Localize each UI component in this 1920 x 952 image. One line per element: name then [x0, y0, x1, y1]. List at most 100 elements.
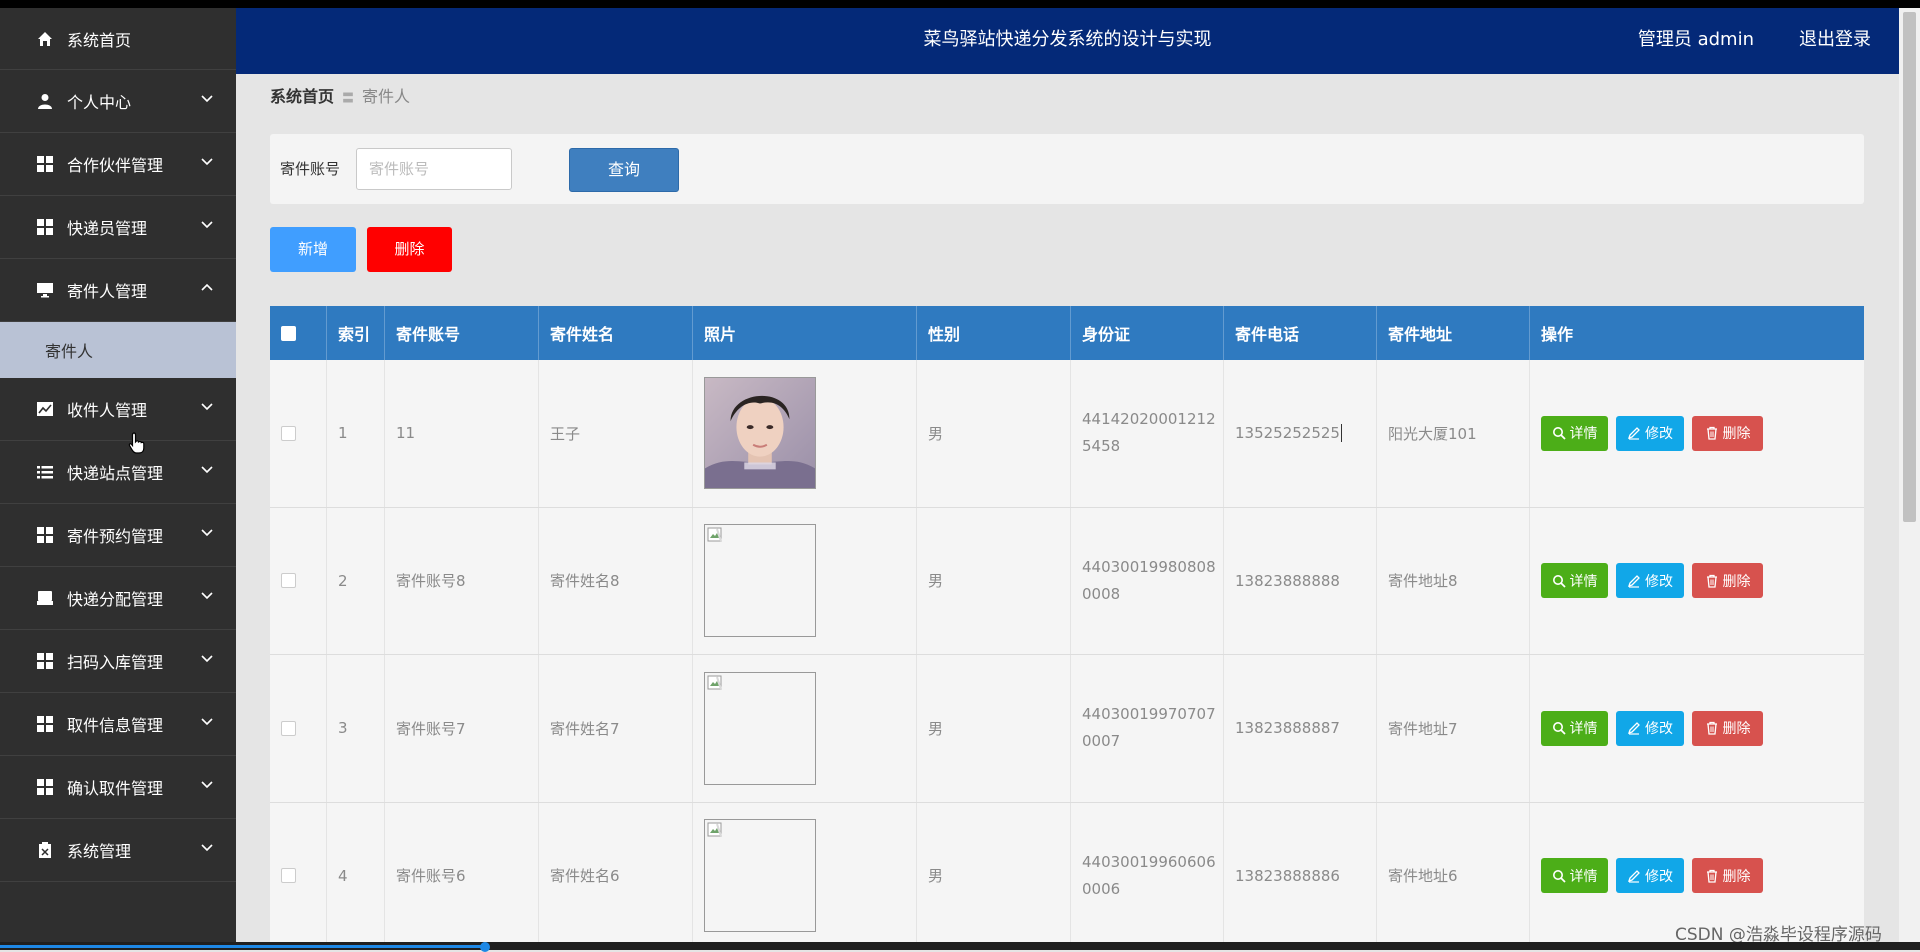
query-button[interactable]: 查询	[569, 148, 679, 192]
id-card-line: 44142020001212	[1082, 410, 1216, 429]
monitor-icon	[36, 281, 54, 299]
sidebar-item-scan-storage[interactable]: 扫码入库管理	[0, 630, 236, 693]
edit-label: 修改	[1645, 868, 1673, 885]
broken-image-placeholder	[704, 671, 816, 785]
detail-button[interactable]: 详情	[1541, 710, 1608, 746]
id-card-cell: 44030019980808 0008	[1071, 507, 1224, 654]
name-cell: 寄件姓名7	[539, 655, 693, 802]
phone-cell: 13823888886	[1224, 802, 1377, 949]
detail-label: 详情	[1569, 721, 1598, 738]
sidebar-item-couriers[interactable]: 快递员管理	[0, 196, 236, 259]
broken-image-icon	[707, 822, 722, 837]
top-strip	[0, 0, 1920, 8]
search-label: 寄件账号	[280, 160, 341, 178]
delete-label: 删除	[1722, 868, 1751, 885]
sidebar-item-pickup-info[interactable]: 取件信息管理	[0, 693, 236, 756]
top-header: 菜鸟驿站快递分发系统的设计与实现 管理员 admin 退出登录	[236, 8, 1899, 74]
id-card-line: 44030019980808	[1082, 557, 1216, 576]
sidebar-item-label: 快递站点管理	[67, 464, 164, 483]
breadcrumb-home[interactable]: 系统首页	[270, 87, 334, 106]
phone-cell: 13525252525	[1224, 360, 1377, 507]
sidebar-item-label: 系统首页	[67, 30, 132, 50]
row-select-cell	[270, 360, 327, 507]
id-card-line: 0006	[1082, 879, 1121, 898]
breadcrumb-separator: 〓	[342, 91, 355, 105]
address-cell: 阳光大厦101	[1377, 360, 1530, 507]
hand-cursor-icon	[128, 432, 145, 454]
sidebar-item-system[interactable]: 系统管理	[0, 819, 236, 882]
row-checkbox[interactable]	[281, 720, 296, 736]
address-cell: 寄件地址7	[1377, 655, 1530, 802]
chevron-down-icon	[201, 221, 213, 229]
column-header: 照片	[693, 306, 917, 360]
sidebar-subitem-senders[interactable]: 寄件人	[0, 322, 236, 378]
profile-photo	[704, 377, 816, 490]
page-scrollbar-thumb[interactable]	[1903, 12, 1916, 522]
id-card-cell: 44030019970707 0007	[1071, 655, 1224, 802]
edit-label: 修改	[1645, 426, 1673, 443]
id-card-cell: 44030019960606 0006	[1071, 802, 1224, 949]
table-row: 3 寄件账号7 寄件姓名7 男 44030019970707 0007 13823…	[270, 655, 1864, 803]
search-icon	[1552, 869, 1566, 883]
chevron-down-icon	[201, 95, 213, 103]
edit-button[interactable]: 修改	[1616, 563, 1684, 599]
text-cursor	[1340, 424, 1342, 443]
detail-button[interactable]: 详情	[1541, 563, 1608, 599]
sidebar-item-partners[interactable]: 合作伙伴管理	[0, 133, 236, 196]
account-cell: 11	[385, 360, 539, 507]
sidebar-item-label: 个人中心	[67, 93, 132, 112]
row-checkbox[interactable]	[281, 425, 296, 441]
name-cell: 王子	[539, 360, 693, 507]
broken-image-placeholder	[704, 524, 816, 638]
admin-label: 管理员 admin	[1637, 29, 1754, 50]
index-cell: 2	[327, 507, 385, 654]
sidebar-item-stations[interactable]: 快递站点管理	[0, 441, 236, 504]
column-header: 寄件地址	[1377, 306, 1530, 360]
edit-button[interactable]: 修改	[1616, 858, 1684, 894]
sidebar-item-senders[interactable]: 寄件人管理	[0, 259, 236, 322]
logout-link[interactable]: 退出登录	[1799, 8, 1871, 72]
detail-button[interactable]: 详情	[1541, 415, 1608, 451]
add-button[interactable]: 新增	[270, 227, 356, 272]
phone-value: 13525252525	[1235, 424, 1340, 443]
sidebar-item-home[interactable]: 系统首页	[0, 8, 236, 70]
edit-button[interactable]: 修改	[1616, 415, 1684, 451]
sidebar-item-receivers[interactable]: 收件人管理	[0, 378, 236, 441]
delete-button[interactable]: 删除	[1692, 710, 1763, 746]
search-icon	[1552, 574, 1566, 588]
id-card-cell: 44142020001212 5458	[1071, 360, 1224, 507]
detail-button[interactable]: 详情	[1541, 858, 1608, 894]
trash-icon	[1706, 574, 1717, 588]
select-all-cell	[270, 306, 327, 360]
video-progress-knob[interactable]	[480, 942, 490, 952]
select-all-checkbox[interactable]	[281, 325, 296, 341]
sidebar-item-label: 快递员管理	[67, 219, 148, 238]
grid-icon	[36, 155, 54, 173]
pencil-icon	[1627, 722, 1640, 735]
sidebar-item-personal[interactable]: 个人中心	[0, 70, 236, 133]
sidebar-item-label: 取件信息管理	[67, 716, 164, 735]
delete-button[interactable]: 删除	[1692, 858, 1763, 894]
chevron-down-icon	[201, 781, 213, 789]
sidebar-item-reservations[interactable]: 寄件预约管理	[0, 504, 236, 567]
column-header: 身份证	[1071, 306, 1224, 360]
sidebar-item-confirm-pickup[interactable]: 确认取件管理	[0, 756, 236, 819]
grid-icon	[36, 715, 54, 733]
delete-button[interactable]: 删除	[1692, 563, 1763, 599]
chevron-down-icon	[201, 466, 213, 474]
sidebar-item-distribution[interactable]: 快递分配管理	[0, 567, 236, 630]
delete-button[interactable]: 删除	[1692, 415, 1763, 451]
video-progress-fill	[0, 945, 485, 948]
row-checkbox[interactable]	[281, 868, 296, 884]
sidebar-item-label: 确认取件管理	[67, 779, 164, 798]
video-progress-bar[interactable]	[0, 942, 1920, 952]
batch-delete-button[interactable]: 删除	[367, 227, 452, 272]
chevron-down-icon	[201, 718, 213, 726]
edit-button[interactable]: 修改	[1616, 710, 1684, 746]
trash-icon	[1706, 869, 1717, 883]
row-checkbox[interactable]	[281, 573, 296, 589]
search-input[interactable]	[356, 148, 512, 190]
sender-table: 索引 寄件账号 寄件姓名 照片 性别 身份证 寄件电话 寄件地址 操作 1 11…	[270, 306, 1864, 950]
index-cell: 1	[327, 360, 385, 507]
phone-cell: 13823888887	[1224, 655, 1377, 802]
